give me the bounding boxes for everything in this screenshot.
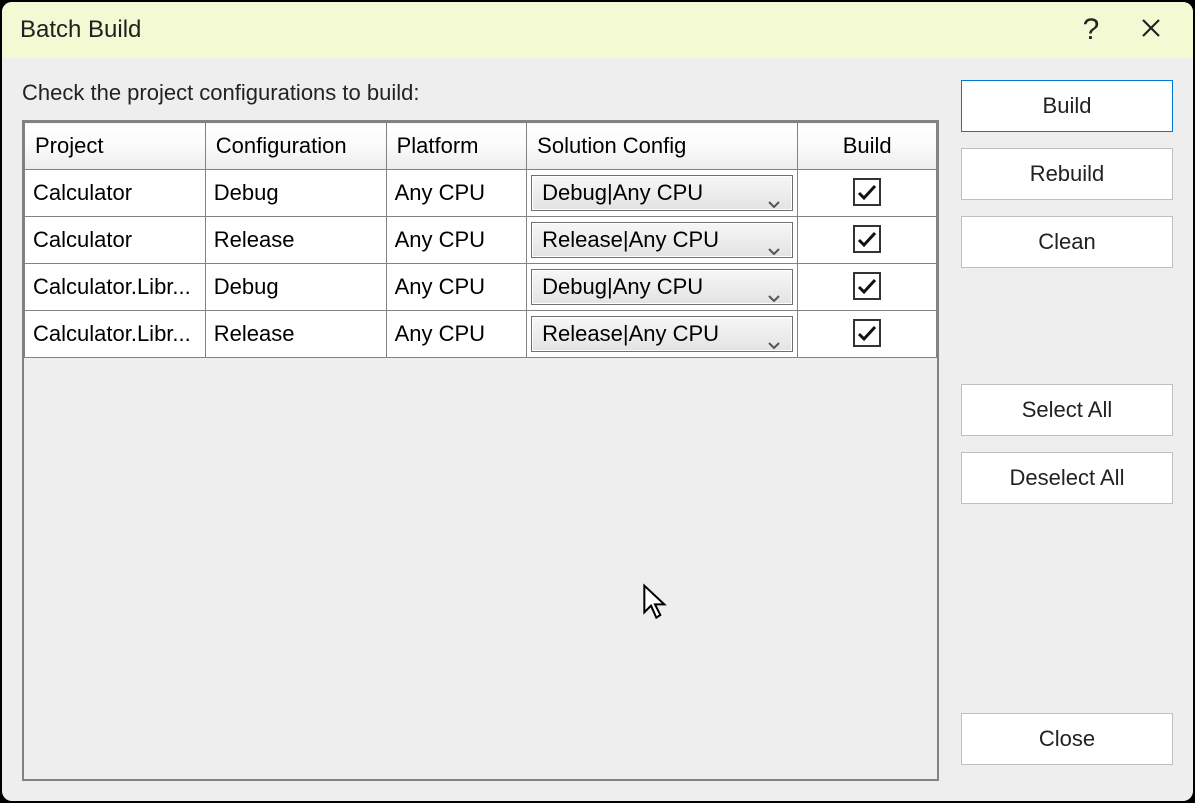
deselect-all-button[interactable]: Deselect All bbox=[961, 452, 1173, 504]
dropdown-value: Release|Any CPU bbox=[542, 321, 768, 347]
table-row[interactable]: CalculatorDebugAny CPU Debug|Any CPU bbox=[25, 170, 937, 217]
content-area: Check the project configurations to buil… bbox=[2, 58, 1193, 801]
cell-platform: Any CPU bbox=[386, 217, 527, 264]
cell-platform: Any CPU bbox=[386, 170, 527, 217]
column-header-project[interactable]: Project bbox=[25, 123, 206, 170]
cell-configuration: Release bbox=[205, 311, 386, 358]
clean-button[interactable]: Clean bbox=[961, 216, 1173, 268]
left-pane: Check the project configurations to buil… bbox=[22, 80, 939, 781]
close-icon bbox=[1140, 14, 1162, 46]
chevron-down-icon bbox=[768, 235, 782, 245]
build-checkbox[interactable] bbox=[853, 272, 881, 300]
close-window-button[interactable] bbox=[1121, 10, 1181, 50]
solution-config-dropdown[interactable]: Release|Any CPU bbox=[531, 222, 793, 258]
table-row[interactable]: CalculatorReleaseAny CPU Release|Any CPU bbox=[25, 217, 937, 264]
dropdown-value: Release|Any CPU bbox=[542, 227, 768, 253]
cell-project: Calculator.Libr... bbox=[25, 264, 206, 311]
table-row[interactable]: Calculator.Libr...DebugAny CPU Debug|Any … bbox=[25, 264, 937, 311]
dropdown-value: Debug|Any CPU bbox=[542, 180, 768, 206]
cell-platform: Any CPU bbox=[386, 264, 527, 311]
cell-solution-config: Debug|Any CPU bbox=[527, 170, 798, 217]
column-header-platform[interactable]: Platform bbox=[386, 123, 527, 170]
column-header-solution-config[interactable]: Solution Config bbox=[527, 123, 798, 170]
cell-project: Calculator.Libr... bbox=[25, 311, 206, 358]
cell-solution-config: Debug|Any CPU bbox=[527, 264, 798, 311]
cell-configuration: Release bbox=[205, 217, 386, 264]
table-row[interactable]: Calculator.Libr...ReleaseAny CPU Release|… bbox=[25, 311, 937, 358]
chevron-down-icon bbox=[768, 188, 782, 198]
config-table-container: Project Configuration Platform Solution … bbox=[22, 120, 939, 781]
spacer bbox=[961, 284, 1173, 384]
chevron-down-icon bbox=[768, 282, 782, 292]
cell-platform: Any CPU bbox=[386, 311, 527, 358]
cell-build bbox=[798, 311, 937, 358]
help-button[interactable]: ? bbox=[1061, 10, 1121, 50]
solution-config-dropdown[interactable]: Debug|Any CPU bbox=[531, 175, 793, 211]
table-header-row: Project Configuration Platform Solution … bbox=[25, 123, 937, 170]
cell-build bbox=[798, 264, 937, 311]
cell-solution-config: Release|Any CPU bbox=[527, 311, 798, 358]
help-icon: ? bbox=[1083, 13, 1100, 47]
instruction-label: Check the project configurations to buil… bbox=[22, 80, 939, 106]
window-title: Batch Build bbox=[20, 16, 1061, 44]
cell-project: Calculator bbox=[25, 170, 206, 217]
build-checkbox[interactable] bbox=[853, 178, 881, 206]
cell-build bbox=[798, 217, 937, 264]
solution-config-dropdown[interactable]: Release|Any CPU bbox=[531, 316, 793, 352]
button-panel: Build Rebuild Clean Select All Deselect … bbox=[961, 80, 1173, 781]
chevron-down-icon bbox=[768, 329, 782, 339]
batch-build-dialog: Batch Build ? Check the project configur… bbox=[2, 2, 1193, 801]
cell-solution-config: Release|Any CPU bbox=[527, 217, 798, 264]
cell-configuration: Debug bbox=[205, 170, 386, 217]
cell-configuration: Debug bbox=[205, 264, 386, 311]
close-button[interactable]: Close bbox=[961, 713, 1173, 765]
titlebar: Batch Build ? bbox=[2, 2, 1193, 58]
column-header-build[interactable]: Build bbox=[798, 123, 937, 170]
build-button[interactable]: Build bbox=[961, 80, 1173, 132]
column-header-configuration[interactable]: Configuration bbox=[205, 123, 386, 170]
select-all-button[interactable]: Select All bbox=[961, 384, 1173, 436]
build-checkbox[interactable] bbox=[853, 225, 881, 253]
solution-config-dropdown[interactable]: Debug|Any CPU bbox=[531, 269, 793, 305]
dropdown-value: Debug|Any CPU bbox=[542, 274, 768, 300]
config-table: Project Configuration Platform Solution … bbox=[24, 122, 937, 358]
build-checkbox[interactable] bbox=[853, 319, 881, 347]
cell-build bbox=[798, 170, 937, 217]
cell-project: Calculator bbox=[25, 217, 206, 264]
rebuild-button[interactable]: Rebuild bbox=[961, 148, 1173, 200]
spacer bbox=[961, 520, 1173, 713]
